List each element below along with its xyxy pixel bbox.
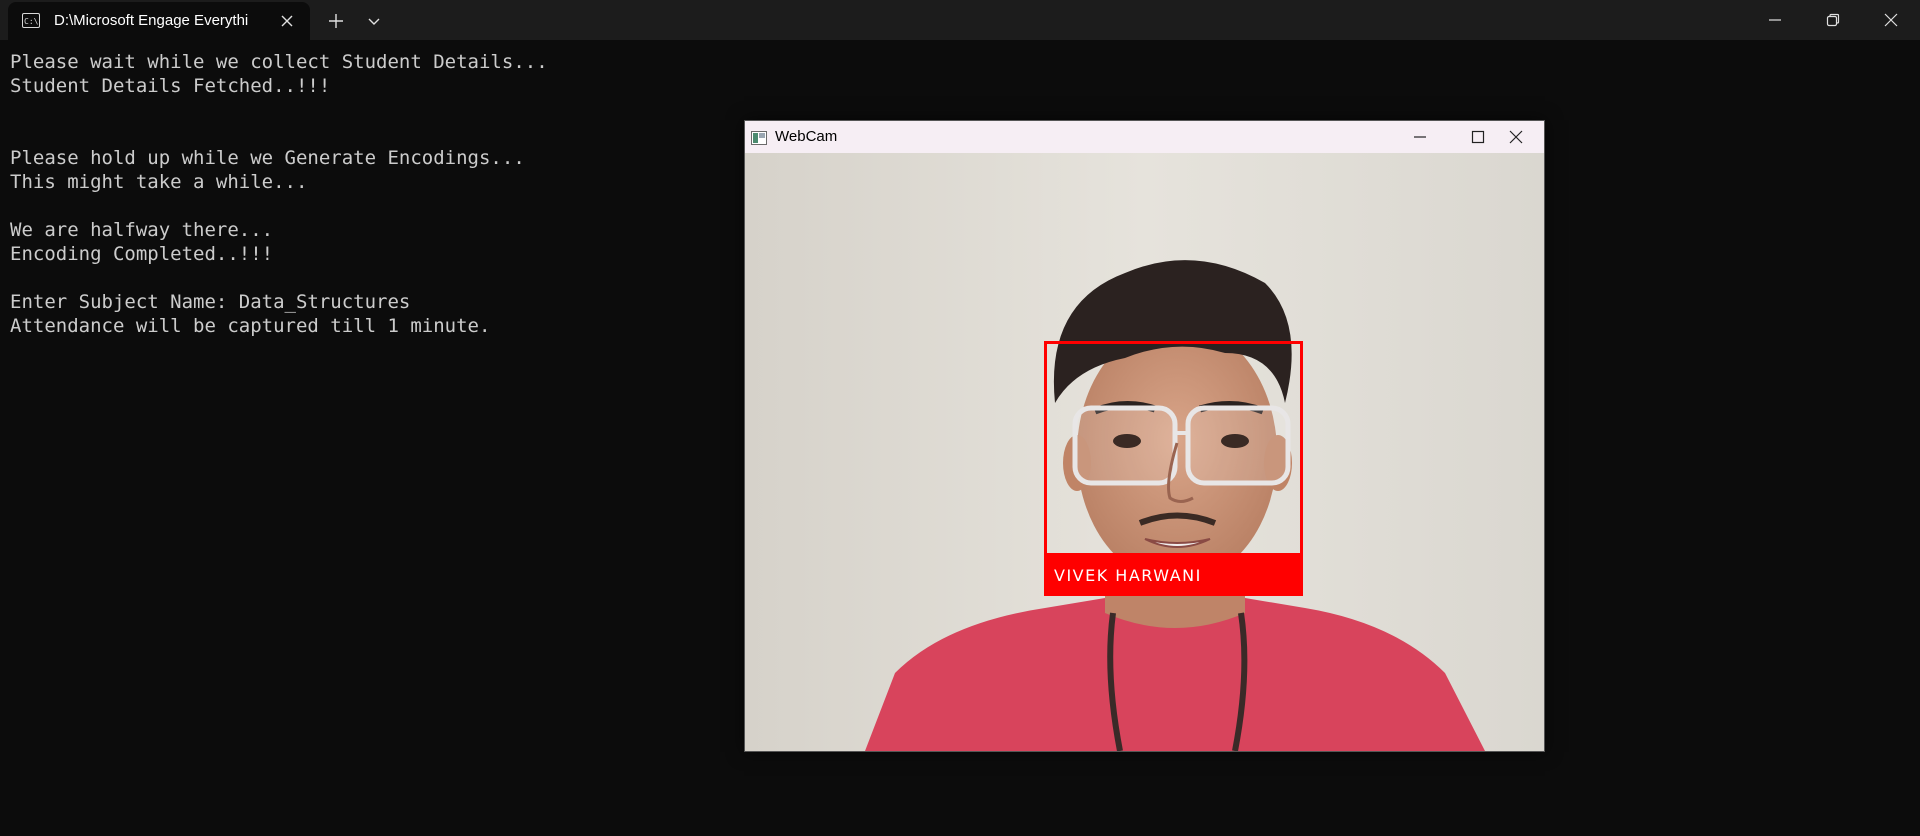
console-line: Student Details Fetched..!!! xyxy=(10,75,331,97)
webcam-titlebar[interactable]: WebCam xyxy=(745,121,1544,153)
webcam-minimize-button[interactable] xyxy=(1391,121,1449,153)
svg-text:C:\: C:\ xyxy=(24,17,38,26)
close-icon xyxy=(1509,130,1523,144)
close-button[interactable] xyxy=(1862,0,1920,40)
recognized-name: VIVEK HARWANI xyxy=(1054,566,1202,585)
maximize-icon xyxy=(1471,130,1485,144)
plus-icon[interactable] xyxy=(326,11,346,31)
terminal-window: C:\ D:\Microsoft Engage Everythi Please … xyxy=(0,0,1920,836)
close-icon xyxy=(1884,13,1898,27)
console-line: Encoding Completed..!!! xyxy=(10,243,274,265)
restore-button[interactable] xyxy=(1804,0,1862,40)
console-line: Please hold up while we Generate Encodin… xyxy=(10,147,525,169)
restore-icon xyxy=(1826,13,1840,27)
webcam-close-button[interactable] xyxy=(1487,121,1544,153)
console-line: We are halfway there... xyxy=(10,219,274,241)
tab-title: D:\Microsoft Engage Everythi xyxy=(54,12,249,29)
close-icon[interactable] xyxy=(278,12,296,30)
console-line: Attendance will be captured till 1 minut… xyxy=(10,315,491,337)
webcam-title: WebCam xyxy=(775,128,838,145)
console-icon: C:\ xyxy=(22,13,40,28)
terminal-titlebar[interactable]: C:\ D:\Microsoft Engage Everythi xyxy=(0,0,1920,40)
face-detection-box xyxy=(1044,341,1303,556)
webcam-window[interactable]: WebCam VIVEK HARWANI xyxy=(744,120,1545,752)
minimize-icon xyxy=(1769,19,1781,21)
camera-feed: VIVEK HARWANI xyxy=(745,153,1544,751)
console-output[interactable]: Please wait while we collect Student Det… xyxy=(10,50,730,338)
minimize-icon xyxy=(1414,136,1426,138)
minimize-button[interactable] xyxy=(1746,0,1804,40)
opencv-window-icon xyxy=(751,130,767,145)
console-line: This might take a while... xyxy=(10,171,308,193)
chevron-down-icon[interactable] xyxy=(365,12,383,30)
name-label-band: VIVEK HARWANI xyxy=(1044,556,1303,596)
console-line: Enter Subject Name: Data_Structures xyxy=(10,291,411,313)
terminal-tab[interactable]: C:\ D:\Microsoft Engage Everythi xyxy=(8,2,310,40)
console-line: Please wait while we collect Student Det… xyxy=(10,51,548,73)
